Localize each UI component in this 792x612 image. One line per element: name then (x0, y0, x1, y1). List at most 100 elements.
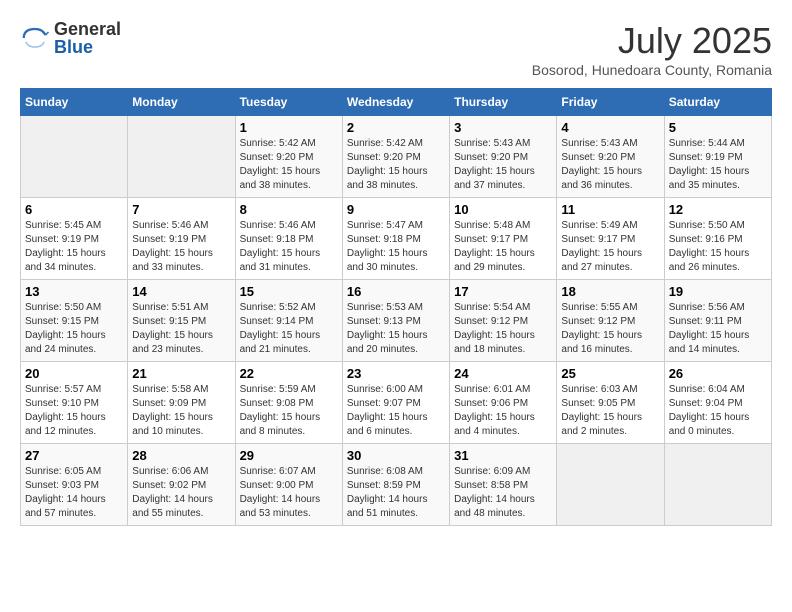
calendar-cell: 31 Sunrise: 6:09 AMSunset: 8:58 PMDayligh… (450, 444, 557, 526)
day-info: Sunrise: 5:50 AMSunset: 9:16 PMDaylight:… (669, 219, 767, 275)
day-number: 16 (347, 284, 445, 299)
week-row-2: 6 Sunrise: 5:45 AMSunset: 9:19 PMDaylight… (21, 198, 772, 280)
day-info: Sunrise: 5:53 AMSunset: 9:13 PMDaylight:… (347, 301, 445, 357)
month-title: July 2025 (532, 20, 772, 62)
day-info: Sunrise: 5:46 AMSunset: 9:19 PMDaylight:… (132, 219, 230, 275)
day-number: 9 (347, 202, 445, 217)
calendar-cell: 17 Sunrise: 5:54 AMSunset: 9:12 PMDayligh… (450, 280, 557, 362)
calendar-cell: 18Sunrise: 5:55 AMSunset: 9:12 PMDayligh… (557, 280, 664, 362)
day-info: Sunrise: 5:50 AMSunset: 9:15 PMDaylight:… (25, 301, 123, 357)
day-info: Sunrise: 6:09 AMSunset: 8:58 PMDaylight:… (454, 465, 552, 521)
calendar-cell: 15Sunrise: 5:52 AMSunset: 9:14 PMDayligh… (235, 280, 342, 362)
day-number: 8 (240, 202, 338, 217)
day-number: 6 (25, 202, 123, 217)
calendar-cell: 14 Sunrise: 5:51 AMSunset: 9:15 PMDayligh… (128, 280, 235, 362)
day-number: 23 (347, 366, 445, 381)
day-number: 1 (240, 120, 338, 135)
day-number: 30 (347, 448, 445, 463)
calendar-cell: 3 Sunrise: 5:43 AMSunset: 9:20 PMDaylight… (450, 116, 557, 198)
day-info: Sunrise: 6:05 AMSunset: 9:03 PMDaylight:… (25, 465, 123, 521)
logo-blue-text: Blue (54, 38, 121, 56)
day-info: Sunrise: 5:51 AMSunset: 9:15 PMDaylight:… (132, 301, 230, 357)
calendar-cell: 19Sunrise: 5:56 AMSunset: 9:11 PMDayligh… (664, 280, 771, 362)
weekday-header-tuesday: Tuesday (235, 89, 342, 116)
week-row-3: 13 Sunrise: 5:50 AMSunset: 9:15 PMDayligh… (21, 280, 772, 362)
calendar-cell: 2 Sunrise: 5:42 AMSunset: 9:20 PMDaylight… (342, 116, 449, 198)
day-number: 12 (669, 202, 767, 217)
day-info: Sunrise: 5:42 AMSunset: 9:20 PMDaylight:… (347, 137, 445, 193)
weekday-header-monday: Monday (128, 89, 235, 116)
day-info: Sunrise: 6:07 AMSunset: 9:00 PMDaylight:… (240, 465, 338, 521)
calendar-cell: 16 Sunrise: 5:53 AMSunset: 9:13 PMDayligh… (342, 280, 449, 362)
title-area: July 2025 Bosorod, Hunedoara County, Rom… (532, 20, 772, 78)
week-row-4: 20Sunrise: 5:57 AMSunset: 9:10 PMDayligh… (21, 362, 772, 444)
week-row-5: 27 Sunrise: 6:05 AMSunset: 9:03 PMDayligh… (21, 444, 772, 526)
day-number: 18 (561, 284, 659, 299)
day-info: Sunrise: 5:54 AMSunset: 9:12 PMDaylight:… (454, 301, 552, 357)
day-info: Sunrise: 5:58 AMSunset: 9:09 PMDaylight:… (132, 383, 230, 439)
day-number: 13 (25, 284, 123, 299)
day-info: Sunrise: 5:59 AMSunset: 9:08 PMDaylight:… (240, 383, 338, 439)
day-info: Sunrise: 5:46 AMSunset: 9:18 PMDaylight:… (240, 219, 338, 275)
day-info: Sunrise: 5:45 AMSunset: 9:19 PMDaylight:… (25, 219, 123, 275)
calendar-cell: 5 Sunrise: 5:44 AMSunset: 9:19 PMDaylight… (664, 116, 771, 198)
weekday-header-wednesday: Wednesday (342, 89, 449, 116)
day-number: 5 (669, 120, 767, 135)
day-number: 28 (132, 448, 230, 463)
day-info: Sunrise: 5:43 AMSunset: 9:20 PMDaylight:… (561, 137, 659, 193)
calendar-cell: 1 Sunrise: 5:42 AMSunset: 9:20 PMDaylight… (235, 116, 342, 198)
calendar-cell (664, 444, 771, 526)
day-info: Sunrise: 5:49 AMSunset: 9:17 PMDaylight:… (561, 219, 659, 275)
day-info: Sunrise: 5:48 AMSunset: 9:17 PMDaylight:… (454, 219, 552, 275)
calendar-cell: 11Sunrise: 5:49 AMSunset: 9:17 PMDayligh… (557, 198, 664, 280)
calendar-cell: 12 Sunrise: 5:50 AMSunset: 9:16 PMDayligh… (664, 198, 771, 280)
logo: General Blue (20, 20, 121, 56)
day-number: 31 (454, 448, 552, 463)
day-number: 2 (347, 120, 445, 135)
weekday-header-sunday: Sunday (21, 89, 128, 116)
day-info: Sunrise: 5:47 AMSunset: 9:18 PMDaylight:… (347, 219, 445, 275)
calendar-cell: 9 Sunrise: 5:47 AMSunset: 9:18 PMDaylight… (342, 198, 449, 280)
calendar-cell: 30Sunrise: 6:08 AMSunset: 8:59 PMDayligh… (342, 444, 449, 526)
calendar-table: SundayMondayTuesdayWednesdayThursdayFrid… (20, 88, 772, 526)
day-info: Sunrise: 6:01 AMSunset: 9:06 PMDaylight:… (454, 383, 552, 439)
day-number: 22 (240, 366, 338, 381)
day-number: 17 (454, 284, 552, 299)
day-number: 3 (454, 120, 552, 135)
calendar-cell: 20Sunrise: 5:57 AMSunset: 9:10 PMDayligh… (21, 362, 128, 444)
calendar-cell: 21 Sunrise: 5:58 AMSunset: 9:09 PMDayligh… (128, 362, 235, 444)
day-info: Sunrise: 5:56 AMSunset: 9:11 PMDaylight:… (669, 301, 767, 357)
calendar-cell: 13 Sunrise: 5:50 AMSunset: 9:15 PMDayligh… (21, 280, 128, 362)
day-number: 14 (132, 284, 230, 299)
calendar-cell: 6 Sunrise: 5:45 AMSunset: 9:19 PMDaylight… (21, 198, 128, 280)
day-number: 27 (25, 448, 123, 463)
day-number: 4 (561, 120, 659, 135)
day-info: Sunrise: 6:00 AMSunset: 9:07 PMDaylight:… (347, 383, 445, 439)
calendar-cell: 27 Sunrise: 6:05 AMSunset: 9:03 PMDayligh… (21, 444, 128, 526)
weekday-header-row: SundayMondayTuesdayWednesdayThursdayFrid… (21, 89, 772, 116)
day-number: 7 (132, 202, 230, 217)
day-number: 26 (669, 366, 767, 381)
day-number: 10 (454, 202, 552, 217)
logo-general-text: General (54, 20, 121, 38)
calendar-cell: 28Sunrise: 6:06 AMSunset: 9:02 PMDayligh… (128, 444, 235, 526)
day-info: Sunrise: 6:03 AMSunset: 9:05 PMDaylight:… (561, 383, 659, 439)
day-number: 21 (132, 366, 230, 381)
day-info: Sunrise: 5:52 AMSunset: 9:14 PMDaylight:… (240, 301, 338, 357)
day-number: 25 (561, 366, 659, 381)
day-number: 24 (454, 366, 552, 381)
day-info: Sunrise: 6:04 AMSunset: 9:04 PMDaylight:… (669, 383, 767, 439)
calendar-cell: 24 Sunrise: 6:01 AMSunset: 9:06 PMDayligh… (450, 362, 557, 444)
day-info: Sunrise: 5:42 AMSunset: 9:20 PMDaylight:… (240, 137, 338, 193)
calendar-cell: 22 Sunrise: 5:59 AMSunset: 9:08 PMDayligh… (235, 362, 342, 444)
weekday-header-friday: Friday (557, 89, 664, 116)
day-number: 29 (240, 448, 338, 463)
calendar-cell: 8 Sunrise: 5:46 AMSunset: 9:18 PMDaylight… (235, 198, 342, 280)
day-info: Sunrise: 5:44 AMSunset: 9:19 PMDaylight:… (669, 137, 767, 193)
logo-icon (20, 23, 50, 53)
day-info: Sunrise: 5:43 AMSunset: 9:20 PMDaylight:… (454, 137, 552, 193)
calendar-cell: 25 Sunrise: 6:03 AMSunset: 9:05 PMDayligh… (557, 362, 664, 444)
calendar-cell: 23 Sunrise: 6:00 AMSunset: 9:07 PMDayligh… (342, 362, 449, 444)
weekday-header-thursday: Thursday (450, 89, 557, 116)
weekday-header-saturday: Saturday (664, 89, 771, 116)
